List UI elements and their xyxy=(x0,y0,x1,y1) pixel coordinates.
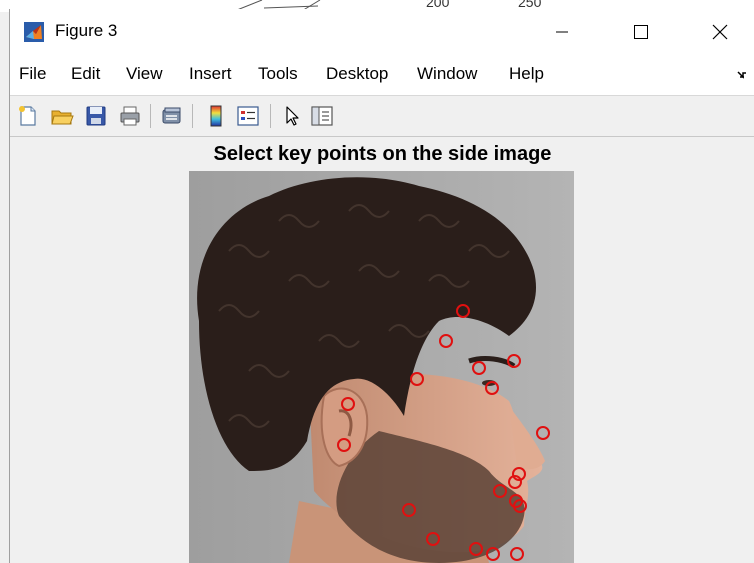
menu-edit[interactable]: Edit xyxy=(71,64,100,84)
menu-view[interactable]: View xyxy=(126,64,163,84)
print-icon[interactable] xyxy=(118,104,142,128)
legend-icon[interactable] xyxy=(236,104,260,128)
dock-arrow-icon[interactable] xyxy=(737,69,747,79)
property-inspector-icon[interactable] xyxy=(310,104,334,128)
side-profile-image[interactable] xyxy=(189,171,574,563)
minimize-icon xyxy=(556,31,568,33)
matlab-logo-icon xyxy=(24,22,44,42)
axes-title: Select key points on the side image xyxy=(213,143,552,165)
figure-window: Figure 3 File Edit View Insert Tools Des… xyxy=(9,9,754,563)
menu-desktop[interactable]: Desktop xyxy=(326,64,388,84)
figure-toolbar xyxy=(10,96,754,137)
toolbar-separator xyxy=(270,104,271,128)
menu-help[interactable]: Help xyxy=(509,64,544,84)
edit-plot-icon[interactable] xyxy=(280,104,304,128)
close-button[interactable] xyxy=(690,9,750,55)
portrait-photo xyxy=(189,171,574,563)
link-plot-icon[interactable] xyxy=(160,104,184,128)
menu-file[interactable]: File xyxy=(19,64,46,84)
window-title: Figure 3 xyxy=(55,21,118,40)
close-icon xyxy=(712,24,728,40)
title-bar[interactable]: Figure 3 xyxy=(10,9,754,55)
figure-canvas[interactable]: Select key points on the side image xyxy=(10,137,754,563)
minimize-button[interactable] xyxy=(532,9,592,55)
toolbar-separator xyxy=(192,104,193,128)
new-figure-icon[interactable] xyxy=(16,104,40,128)
maximize-button[interactable] xyxy=(611,9,671,55)
colorbar-icon[interactable] xyxy=(204,104,228,128)
menu-bar: File Edit View Insert Tools Desktop Wind… xyxy=(10,55,754,96)
menu-insert[interactable]: Insert xyxy=(189,64,232,84)
menu-tools[interactable]: Tools xyxy=(258,64,298,84)
maximize-icon xyxy=(634,25,648,39)
menu-window[interactable]: Window xyxy=(417,64,477,84)
save-icon[interactable] xyxy=(84,104,108,128)
open-file-icon[interactable] xyxy=(50,104,74,128)
toolbar-separator xyxy=(150,104,151,128)
